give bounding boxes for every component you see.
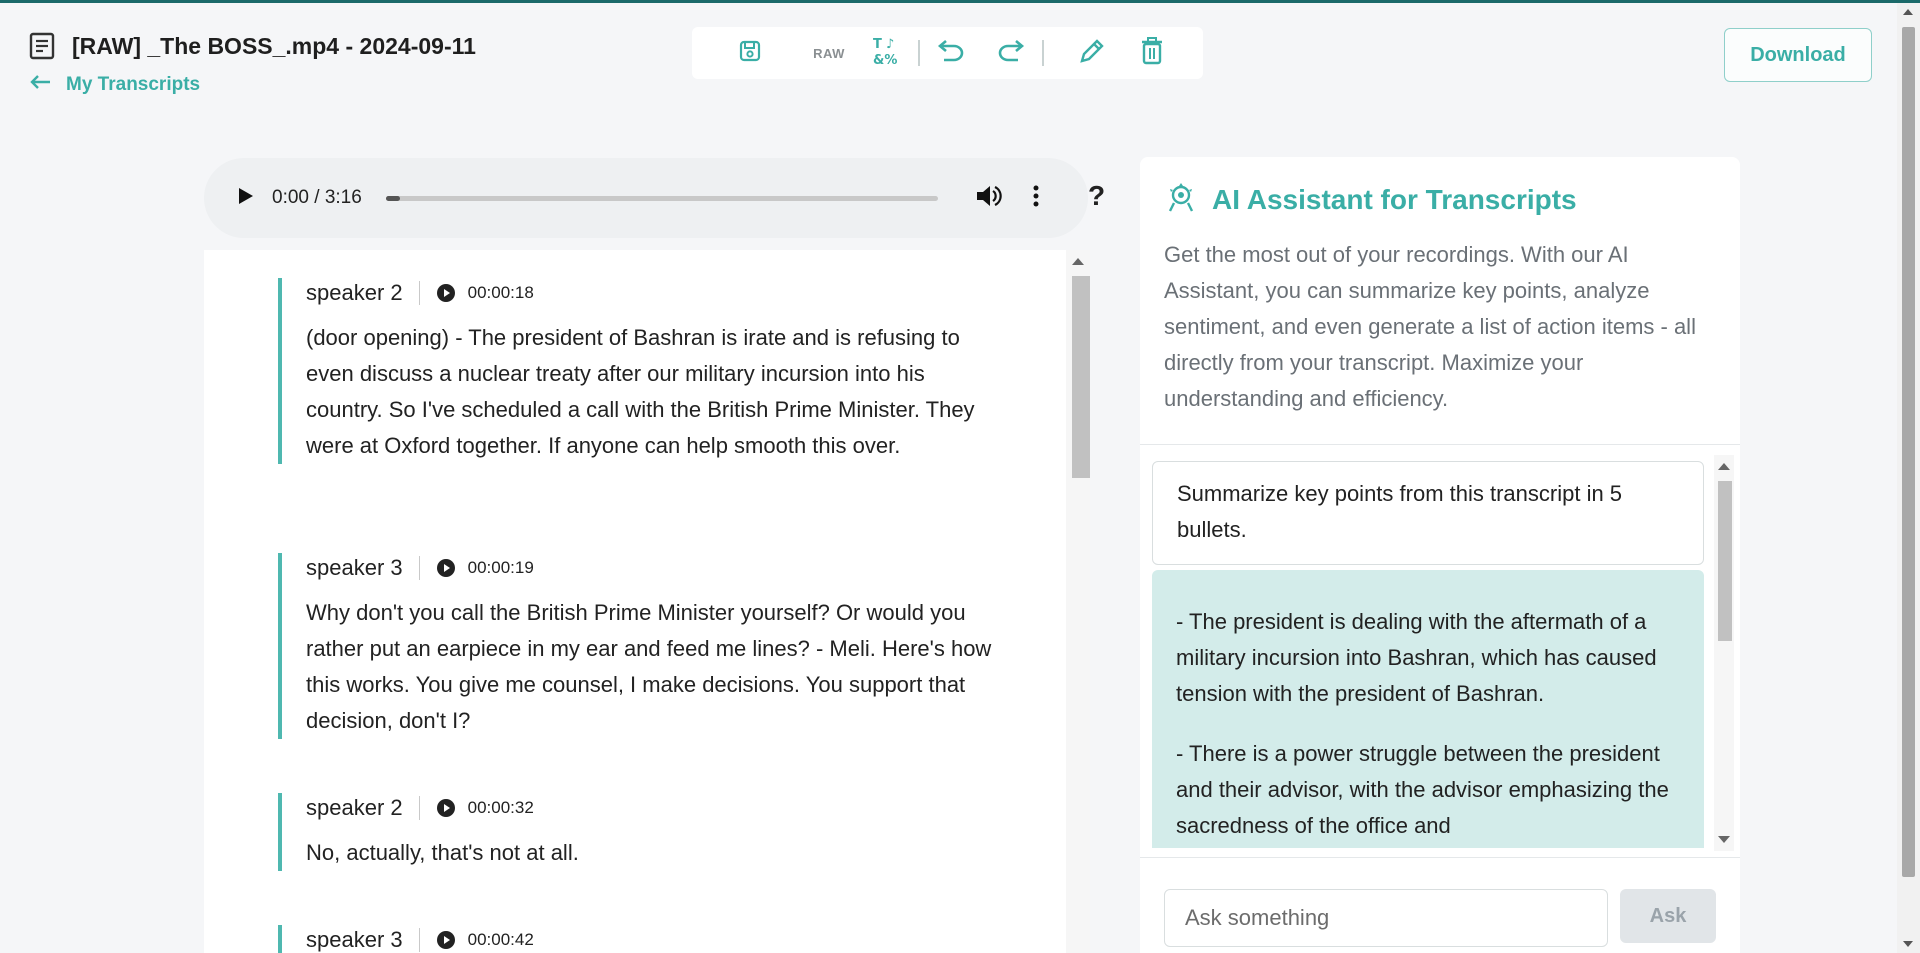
svg-text:&%: &% bbox=[873, 53, 897, 67]
page-title: [RAW] _The BOSS_.mp4 - 2024-09-11 bbox=[72, 32, 476, 59]
raw-toggle-button[interactable]: RAW bbox=[804, 33, 854, 73]
svg-text:T: T bbox=[873, 37, 882, 52]
find-replace-icon: T ♪ &% bbox=[872, 35, 904, 72]
ai-assistant-icon bbox=[1166, 181, 1196, 218]
user-question-bubble: Summarize key points from this transcrip… bbox=[1152, 461, 1704, 565]
editor-toolbar: RAW T ♪ &% bbox=[692, 27, 1203, 79]
timestamp-play-button[interactable] bbox=[436, 798, 456, 818]
top-accent-bar bbox=[0, 0, 1920, 3]
save-button[interactable] bbox=[730, 33, 770, 73]
play-circle-icon bbox=[436, 284, 455, 302]
segment-meta: speaker 3 00:00:42 bbox=[306, 925, 998, 953]
segment-timestamp: 00:00:32 bbox=[467, 798, 534, 817]
scroll-up-icon[interactable] bbox=[1072, 258, 1084, 265]
back-link-label: My Transcripts bbox=[66, 74, 201, 95]
help-button[interactable]: ? bbox=[1088, 180, 1105, 212]
undo-icon bbox=[934, 39, 966, 67]
segment-timestamp: 00:00:19 bbox=[467, 558, 534, 577]
volume-icon bbox=[976, 184, 1002, 213]
scrollbar-thumb[interactable] bbox=[1718, 481, 1732, 641]
arrow-left-icon bbox=[30, 74, 52, 96]
ai-title: AI Assistant for Transcripts bbox=[1212, 183, 1577, 215]
segment-text[interactable]: Why don't you call the British Prime Min… bbox=[306, 595, 998, 739]
play-button[interactable] bbox=[234, 186, 258, 210]
transcript-panel: speaker 2 00:00:18 (door opening) - The … bbox=[204, 250, 1090, 953]
seek-slider[interactable] bbox=[385, 195, 938, 201]
save-icon bbox=[739, 40, 761, 67]
segment-meta: speaker 2 00:00:18 bbox=[306, 278, 998, 308]
speaker-label[interactable]: speaker 3 bbox=[306, 555, 403, 581]
document-icon bbox=[28, 32, 56, 60]
scrollbar-thumb[interactable] bbox=[1072, 276, 1090, 478]
seek-progress bbox=[385, 195, 400, 201]
page-header: [RAW] _The BOSS_.mp4 - 2024-09-11 bbox=[28, 32, 476, 60]
play-circle-icon bbox=[436, 559, 455, 577]
divider bbox=[1140, 444, 1740, 445]
divider bbox=[1140, 857, 1740, 858]
timestamp-play-button[interactable] bbox=[436, 930, 456, 950]
meta-divider bbox=[418, 796, 420, 820]
playback-time: 0:00 / 3:16 bbox=[272, 187, 362, 208]
segment-timestamp: 00:00:18 bbox=[467, 283, 534, 302]
answer-bullet: - The president is dealing with the afte… bbox=[1176, 609, 1657, 706]
segment-text[interactable]: (door opening) - The president of Bashra… bbox=[306, 320, 998, 464]
timestamp-play-button[interactable] bbox=[436, 558, 456, 578]
back-to-transcripts-link[interactable]: My Transcripts bbox=[30, 74, 200, 96]
ai-answer-bubble: - The president is dealing with the afte… bbox=[1152, 570, 1704, 848]
scrollbar-thumb[interactable] bbox=[1902, 27, 1915, 877]
transcript-segment: speaker 2 00:00:18 (door opening) - The … bbox=[278, 278, 998, 464]
ai-assistant-panel: AI Assistant for Transcripts Get the mos… bbox=[1140, 157, 1740, 953]
ai-header: AI Assistant for Transcripts bbox=[1166, 181, 1577, 218]
raw-icon: RAW bbox=[813, 45, 845, 61]
segment-text[interactable]: No, actually, that's not at all. bbox=[306, 835, 998, 871]
play-circle-icon bbox=[436, 931, 455, 949]
segment-meta: speaker 2 00:00:32 bbox=[306, 793, 998, 823]
ask-button[interactable]: Ask bbox=[1620, 889, 1716, 943]
speaker-label[interactable]: speaker 2 bbox=[306, 795, 403, 821]
redo-button[interactable] bbox=[992, 33, 1032, 73]
transcript-segment: speaker 3 00:00:42 bbox=[278, 925, 998, 953]
ai-description: Get the most out of your recordings. Wit… bbox=[1164, 242, 1696, 411]
edit-button[interactable] bbox=[1072, 33, 1112, 73]
redo-icon bbox=[996, 39, 1028, 67]
more-vertical-icon bbox=[1033, 185, 1039, 212]
timestamp-play-button[interactable] bbox=[436, 283, 456, 303]
scroll-down-icon[interactable] bbox=[1718, 836, 1730, 843]
transcript-segment: speaker 2 00:00:32 No, actually, that's … bbox=[278, 793, 998, 871]
edit-icon bbox=[1078, 37, 1106, 70]
find-replace-button[interactable]: T ♪ &% bbox=[868, 33, 908, 73]
undo-button[interactable] bbox=[930, 33, 970, 73]
meta-divider bbox=[418, 556, 420, 580]
transcript-scrollbar[interactable] bbox=[1066, 250, 1090, 953]
scroll-up-icon[interactable] bbox=[1718, 463, 1730, 470]
ask-input[interactable] bbox=[1164, 889, 1608, 947]
page-scrollbar[interactable] bbox=[1897, 3, 1920, 953]
meta-divider bbox=[418, 281, 420, 305]
answer-bullet: - There is a power struggle between the … bbox=[1176, 741, 1669, 838]
play-circle-icon bbox=[436, 799, 455, 817]
speaker-label[interactable]: speaker 3 bbox=[306, 927, 403, 953]
transcript-segment: speaker 3 00:00:19 Why don't you call th… bbox=[278, 553, 998, 739]
player-menu-button[interactable] bbox=[1026, 183, 1046, 213]
volume-button[interactable] bbox=[974, 183, 1004, 213]
delete-icon bbox=[1140, 36, 1164, 70]
svg-text:♪: ♪ bbox=[886, 37, 894, 52]
chat-history: Summarize key points from this transcrip… bbox=[1140, 453, 1740, 848]
audio-player: 0:00 / 3:16 bbox=[204, 158, 1088, 238]
toolbar-divider bbox=[1042, 40, 1044, 66]
meta-divider bbox=[418, 928, 420, 952]
scroll-down-icon[interactable] bbox=[1903, 941, 1913, 947]
toolbar-divider bbox=[918, 40, 920, 66]
download-button[interactable]: Download bbox=[1724, 28, 1872, 82]
segment-timestamp: 00:00:42 bbox=[467, 930, 534, 949]
scroll-up-icon[interactable] bbox=[1903, 9, 1913, 15]
speaker-label[interactable]: speaker 2 bbox=[306, 280, 403, 306]
delete-button[interactable] bbox=[1132, 33, 1172, 73]
segment-meta: speaker 3 00:00:19 bbox=[306, 553, 998, 583]
play-icon bbox=[238, 187, 254, 210]
chat-scrollbar[interactable] bbox=[1714, 455, 1734, 851]
